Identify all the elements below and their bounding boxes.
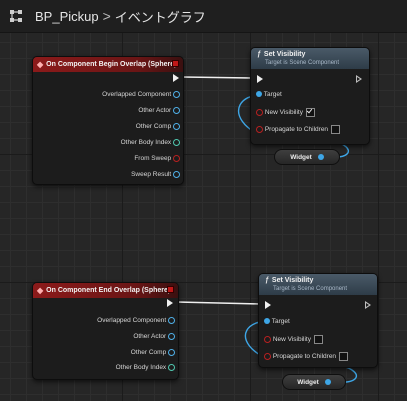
exec-out-pin[interactable] <box>356 75 362 83</box>
pin-label: Other Comp <box>135 123 172 131</box>
pin-label: Overlapped Component <box>102 91 172 99</box>
breadcrumb-graph[interactable]: イベントグラフ <box>115 7 206 26</box>
pin-row[interactable]: Sweep Result <box>131 171 180 178</box>
widget-variable-node-1[interactable]: Widget <box>274 149 340 165</box>
function-icon: ƒ <box>265 277 269 284</box>
object-pin-icon[interactable] <box>264 318 270 325</box>
pin-label: From Sweep <box>134 155 172 163</box>
graph-icon <box>10 10 22 22</box>
pin-row[interactable]: Other Body Index <box>121 139 180 146</box>
object-pin-icon[interactable] <box>324 379 331 385</box>
function-node-set-visibility-1[interactable]: ƒ Set Visibility Target is Scene Componen… <box>250 47 370 145</box>
function-node-subtitle: Target is Scene Component <box>265 60 340 66</box>
exec-out-pin[interactable] <box>173 74 179 82</box>
function-node-title: Set Visibility <box>271 277 314 284</box>
object-pin-icon[interactable] <box>173 123 180 130</box>
event-delegate-pin-icon[interactable] <box>167 286 174 293</box>
pin-label: New Visibility <box>272 336 311 344</box>
object-pin-icon[interactable] <box>173 107 180 114</box>
breadcrumb-separator: > <box>102 8 111 24</box>
pin-label: Propagate to Children <box>272 353 337 361</box>
bool-pin-icon[interactable] <box>264 353 271 360</box>
variable-label: Widget <box>290 153 312 161</box>
breadcrumb-blueprint[interactable]: BP_Pickup <box>35 9 99 24</box>
bool-pin-icon[interactable] <box>173 155 180 162</box>
object-pin-icon[interactable] <box>317 154 324 160</box>
variable-label: Widget <box>297 378 319 386</box>
pin-label: New Visibility <box>264 109 303 117</box>
exec-in-pin[interactable] <box>257 75 263 83</box>
graph-tab-bar: BP_Pickup > イベントグラフ <box>0 0 407 33</box>
pin-label: Sweep Result <box>131 171 172 179</box>
event-node-header[interactable]: ◆ On Component End Overlap (Sphere) <box>33 283 178 298</box>
event-node-header[interactable]: ◆ On Component Begin Overlap (Sphere) <box>33 57 183 72</box>
function-node-header[interactable]: ƒ Set Visibility Target is Scene Componen… <box>251 48 369 69</box>
object-pin-icon[interactable] <box>168 317 175 324</box>
exec-out-pin[interactable] <box>167 299 173 307</box>
object-pin-icon[interactable] <box>168 349 175 356</box>
function-node-subtitle: Target is Scene Component <box>273 286 348 292</box>
int-pin-icon[interactable] <box>168 364 175 371</box>
pin-row[interactable]: Other Body Index <box>116 364 175 371</box>
pin-label: Other Body Index <box>120 139 172 147</box>
function-node-title: Set Visibility <box>263 51 306 58</box>
event-icon: ◆ <box>37 286 44 295</box>
event-node-begin-overlap[interactable]: ◆ On Component Begin Overlap (Sphere) Ov… <box>32 56 184 185</box>
pin-label: Other Body Index <box>115 364 167 372</box>
pin-row[interactable]: Other Actor <box>133 333 175 340</box>
pin-row[interactable]: Other Comp <box>136 123 180 130</box>
propagate-checkbox[interactable] <box>331 125 341 134</box>
pin-row[interactable]: Propagate to Children <box>256 125 341 134</box>
bool-pin-icon[interactable] <box>256 126 263 133</box>
struct-pin-icon[interactable] <box>173 171 180 178</box>
function-node-header[interactable]: ƒ Set Visibility Target is Scene Componen… <box>259 274 377 295</box>
propagate-checkbox[interactable] <box>339 352 349 361</box>
event-icon: ◆ <box>37 60 44 69</box>
event-node-title: On Component Begin Overlap (Sphere) <box>46 61 177 68</box>
pin-row[interactable]: Overlapped Component <box>102 91 180 98</box>
int-pin-icon[interactable] <box>173 139 180 146</box>
function-icon: ƒ <box>257 51 261 58</box>
event-node-end-overlap[interactable]: ◆ On Component End Overlap (Sphere) Over… <box>32 282 179 380</box>
object-pin-icon[interactable] <box>173 91 180 98</box>
pin-row[interactable]: New Visibility <box>264 335 323 344</box>
pin-label: Target <box>271 318 290 325</box>
bool-pin-icon[interactable] <box>264 336 271 343</box>
pin-label: Other Comp <box>130 349 167 357</box>
new-visibility-checkbox[interactable] <box>313 335 323 344</box>
pin-label: Other Actor <box>133 333 167 341</box>
exec-out-pin[interactable] <box>365 301 371 309</box>
pin-row[interactable]: New Visibility <box>256 108 315 117</box>
pin-row[interactable]: Target <box>256 91 282 98</box>
pin-row[interactable]: From Sweep <box>134 155 180 162</box>
exec-in-pin[interactable] <box>265 301 271 309</box>
pin-row[interactable]: Propagate to Children <box>264 352 349 361</box>
function-node-set-visibility-2[interactable]: ƒ Set Visibility Target is Scene Componen… <box>258 273 378 368</box>
pin-row[interactable]: Other Comp <box>131 349 175 356</box>
pin-label: Other Actor <box>138 107 172 115</box>
bool-pin-icon[interactable] <box>256 109 263 116</box>
pin-label: Propagate to Children <box>264 126 329 134</box>
pin-label: Overlapped Component <box>97 317 167 325</box>
object-pin-icon[interactable] <box>256 91 262 98</box>
widget-variable-node-2[interactable]: Widget <box>282 374 346 390</box>
event-node-title: On Component End Overlap (Sphere) <box>46 287 171 294</box>
pin-row[interactable]: Other Actor <box>138 107 180 114</box>
object-pin-icon[interactable] <box>168 333 175 340</box>
pin-row[interactable]: Target <box>264 318 290 325</box>
pin-label: Target <box>263 91 282 98</box>
new-visibility-checkbox[interactable] <box>305 108 315 117</box>
pin-row[interactable]: Overlapped Component <box>97 317 175 324</box>
event-delegate-pin-icon[interactable] <box>172 60 179 67</box>
